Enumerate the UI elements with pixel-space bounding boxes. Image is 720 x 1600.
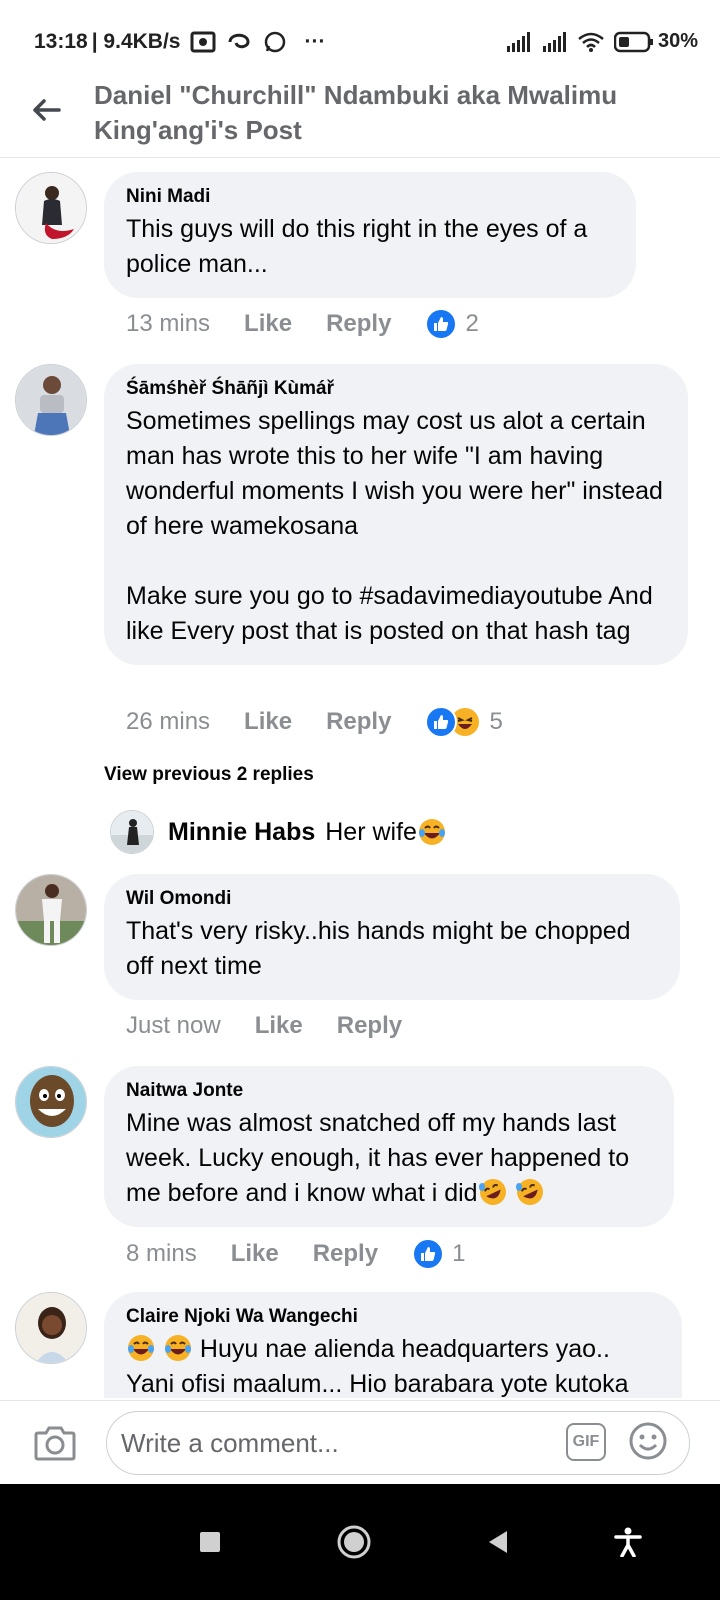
- camera-button[interactable]: [34, 1423, 76, 1463]
- smiley-icon: [629, 1422, 667, 1460]
- comment-text: Sometimes spellings may cost us alot a c…: [126, 407, 663, 645]
- commenter-name[interactable]: Wil Omondi: [126, 888, 658, 910]
- status-right: 30%: [506, 30, 698, 53]
- emoji-button[interactable]: [628, 1421, 668, 1461]
- accessibility-icon: [614, 1527, 642, 1557]
- reaction-count: 2: [465, 310, 479, 337]
- comment-text: This guys will do this right in the eyes…: [126, 215, 595, 278]
- avatar[interactable]: [15, 364, 87, 436]
- gif-button[interactable]: GIF: [566, 1423, 606, 1461]
- reply-button[interactable]: Reply: [337, 1012, 402, 1040]
- signal-icon: [506, 31, 530, 52]
- reaction-summary[interactable]: 2: [425, 308, 479, 340]
- comment-bubble: Wil Omondi That's very risky..his hands …: [104, 874, 680, 1000]
- reaction-count: 1: [452, 1240, 466, 1267]
- camera-icon: [34, 1426, 76, 1461]
- comment-time: 26 mins: [126, 708, 211, 735]
- like-button[interactable]: Like: [244, 310, 292, 338]
- reply-author-name[interactable]: Minnie Habs: [168, 818, 315, 847]
- laugh-tears-emoji-icon: [128, 1335, 154, 1361]
- comment-bubble: Naitwa Jonte Mine was almost snatched of…: [104, 1066, 674, 1227]
- signal-icon: [542, 31, 566, 52]
- comment-text-body: Huyu nae alienda headquarters yao.. Yani…: [126, 1335, 629, 1398]
- avatar[interactable]: [15, 172, 87, 244]
- commenter-name[interactable]: Naitwa Jonte: [126, 1080, 652, 1102]
- system-nav-bar: [0, 1484, 720, 1600]
- like-reaction-icon: [425, 308, 458, 340]
- comment-actions: 13 mins Like Reply 2: [126, 308, 479, 340]
- commenter-name[interactable]: Śāmśhèř Śhāñjì Kùmář: [126, 378, 666, 400]
- laugh-tears-emoji-icon: [164, 1335, 191, 1361]
- status-left: 13:18 | 9.4KB/s ···: [34, 30, 325, 54]
- status-bar: 13:18 | 9.4KB/s ··· 30%: [0, 0, 720, 80]
- comment-text: That's very risky..his hands might be ch…: [126, 917, 638, 980]
- comment-actions: 26 mins Like Reply 5: [126, 706, 503, 738]
- reaction-summary[interactable]: 5: [425, 706, 503, 738]
- comment-actions: Just now Like Reply: [126, 1012, 436, 1040]
- reply-button[interactable]: Reply: [326, 708, 391, 736]
- like-reaction-icon: [412, 1238, 445, 1270]
- comment-composer: GIF: [0, 1400, 720, 1484]
- reaction-summary[interactable]: 1: [412, 1238, 465, 1270]
- recents-button[interactable]: [190, 1522, 230, 1562]
- comment-time: 8 mins: [126, 1240, 197, 1267]
- like-button[interactable]: Like: [231, 1240, 279, 1268]
- status-time: 13:18: [34, 30, 88, 53]
- back-arrow-icon: [33, 99, 61, 121]
- comment-item: Claire Njoki Wa Wangechi Huyu nae aliend…: [0, 1292, 720, 1398]
- rofl-emoji-icon: [478, 1179, 506, 1205]
- commenter-name[interactable]: Claire Njoki Wa Wangechi: [126, 1306, 660, 1328]
- reply-text: Her wife: [325, 817, 417, 846]
- page-title: Daniel "Churchill" Ndambuki aka Mwalimu …: [94, 80, 618, 145]
- comment-bubble: Nini Madi This guys will do this right i…: [104, 172, 636, 298]
- reply-button[interactable]: Reply: [326, 310, 391, 338]
- status-more: ···: [304, 30, 326, 53]
- avatar[interactable]: [15, 1066, 87, 1138]
- status-speed: | 9.4KB/s: [91, 30, 181, 53]
- avatar[interactable]: [15, 874, 87, 946]
- image-icon: [190, 31, 216, 53]
- comment-actions: 8 mins Like Reply 1: [126, 1238, 465, 1270]
- comment-bubble: Claire Njoki Wa Wangechi Huyu nae aliend…: [104, 1292, 682, 1398]
- rofl-emoji-icon: [515, 1179, 543, 1205]
- like-button[interactable]: Like: [244, 708, 292, 736]
- reply-preview[interactable]: Minnie Habs Her wife: [110, 810, 447, 854]
- triangle-back-icon: [489, 1531, 507, 1553]
- comment-text: Huyu nae alienda headquarters yao.. Yani…: [126, 1332, 660, 1398]
- post-header: Daniel "Churchill" Ndambuki aka Mwalimu …: [0, 78, 720, 158]
- avatar[interactable]: [15, 1292, 87, 1364]
- battery-percent: 30%: [657, 30, 698, 52]
- comment-bubble: Śāmśhèř Śhāñjì Kùmář Sometimes spellings…: [104, 364, 688, 665]
- accessibility-button[interactable]: [608, 1522, 648, 1562]
- like-button[interactable]: Like: [255, 1012, 303, 1040]
- home-button[interactable]: [334, 1522, 374, 1562]
- view-previous-replies-link[interactable]: View previous 2 replies: [104, 764, 314, 786]
- avatar[interactable]: [110, 810, 154, 854]
- reply-button[interactable]: Reply: [313, 1240, 378, 1268]
- commenter-name[interactable]: Nini Madi: [126, 186, 614, 208]
- reaction-count: 5: [489, 708, 503, 735]
- circle-home-icon: [337, 1525, 371, 1559]
- comment-text-body: Mine was almost snatched off my hands la…: [126, 1109, 637, 1207]
- whatsapp-icon: [265, 31, 286, 53]
- back-button[interactable]: [26, 90, 66, 130]
- comment-text: Mine was almost snatched off my hands la…: [126, 1106, 652, 1211]
- comment-time: 13 mins: [126, 310, 211, 337]
- battery-icon: [613, 31, 653, 52]
- comment-time: Just now: [126, 1012, 221, 1039]
- square-icon: [200, 1532, 220, 1552]
- swirl-icon: [228, 33, 250, 49]
- wifi-icon: [578, 32, 604, 52]
- back-nav-button[interactable]: [478, 1522, 518, 1562]
- laugh-tears-emoji-icon: [418, 819, 445, 845]
